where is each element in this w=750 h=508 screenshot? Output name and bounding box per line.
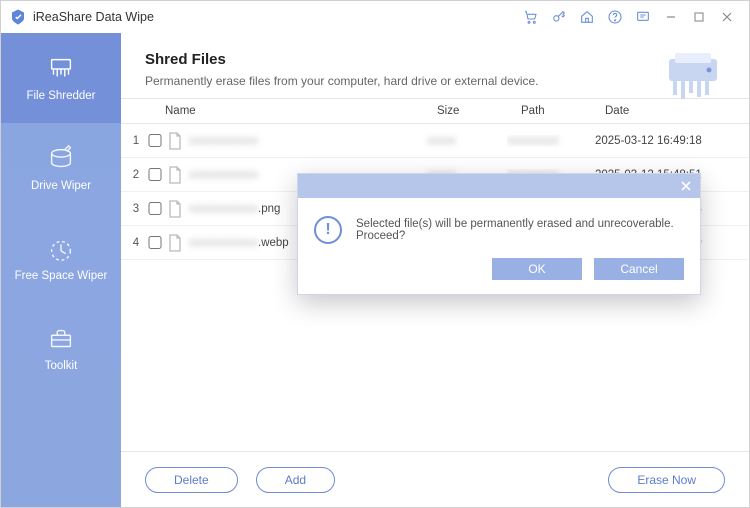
cell-name: xxxxxxxxxxxx xyxy=(167,132,427,150)
dialog-message: Selected file(s) will be permanently era… xyxy=(356,218,684,242)
table-header: Name Size Path Date xyxy=(121,98,749,124)
file-icon xyxy=(167,200,183,218)
cart-icon[interactable] xyxy=(517,3,545,31)
shredder-illustration-icon xyxy=(663,49,723,105)
main-area: File Shredder Drive Wiper Free Space Wip… xyxy=(1,33,749,507)
row-index: 2 xyxy=(121,169,143,181)
row-index: 4 xyxy=(121,237,143,249)
cell-size: xxxxx xyxy=(427,135,507,147)
feedback-icon[interactable] xyxy=(629,3,657,31)
app-title: iReaShare Data Wipe xyxy=(33,10,154,24)
timer-icon xyxy=(46,234,76,264)
content-header: Shred Files Permanently erase files from… xyxy=(121,33,749,98)
col-size[interactable]: Size xyxy=(437,105,521,117)
col-name[interactable]: Name xyxy=(165,105,437,117)
dialog-titlebar xyxy=(298,174,700,198)
sidebar-item-free-space-wiper[interactable]: Free Space Wiper xyxy=(1,213,121,303)
row-checkbox[interactable] xyxy=(147,202,163,215)
home-icon[interactable] xyxy=(573,3,601,31)
close-icon[interactable] xyxy=(713,3,741,31)
file-icon xyxy=(167,234,183,252)
sidebar: File Shredder Drive Wiper Free Space Wip… xyxy=(1,33,121,507)
sidebar-item-label: File Shredder xyxy=(26,90,95,102)
sidebar-item-drive-wiper[interactable]: Drive Wiper xyxy=(1,123,121,213)
cell-path: xxxxxxxxx xyxy=(507,135,595,147)
page-title: Shred Files xyxy=(145,51,725,68)
page-subtitle: Permanently erase files from your comput… xyxy=(145,74,725,88)
row-checkbox[interactable] xyxy=(147,168,163,181)
help-icon[interactable] xyxy=(601,3,629,31)
row-checkbox[interactable] xyxy=(147,134,163,147)
cell-date: 2025-03-12 16:49:18 xyxy=(595,135,749,147)
file-icon xyxy=(167,132,183,150)
delete-button[interactable]: Delete xyxy=(145,467,238,493)
footer-bar: Delete Add Erase Now xyxy=(121,451,749,507)
table-row[interactable]: 1xxxxxxxxxxxxxxxxxxxxxxxxxx2025-03-12 16… xyxy=(121,124,749,158)
app-logo-icon xyxy=(9,8,27,26)
content-area: Shred Files Permanently erase files from… xyxy=(121,33,749,507)
file-icon xyxy=(167,166,183,184)
key-icon[interactable] xyxy=(545,3,573,31)
warning-icon: ! xyxy=(314,216,342,244)
row-index: 1 xyxy=(121,135,143,147)
minimize-icon[interactable] xyxy=(657,3,685,31)
drive-icon xyxy=(46,144,76,174)
shredder-icon xyxy=(46,54,76,84)
dialog-ok-button[interactable]: OK xyxy=(492,258,582,280)
sidebar-item-label: Drive Wiper xyxy=(31,180,91,192)
row-index: 3 xyxy=(121,203,143,215)
erase-now-button[interactable]: Erase Now xyxy=(608,467,725,493)
sidebar-item-file-shredder[interactable]: File Shredder xyxy=(1,33,121,123)
dialog-cancel-button[interactable]: Cancel xyxy=(594,258,684,280)
col-date[interactable]: Date xyxy=(605,105,749,117)
col-path[interactable]: Path xyxy=(521,105,605,117)
toolbox-icon xyxy=(46,324,76,354)
add-button[interactable]: Add xyxy=(256,467,335,493)
title-bar: iReaShare Data Wipe xyxy=(1,1,749,33)
row-checkbox[interactable] xyxy=(147,236,163,249)
sidebar-item-label: Free Space Wiper xyxy=(15,270,108,282)
sidebar-item-toolkit[interactable]: Toolkit xyxy=(1,303,121,393)
maximize-icon[interactable] xyxy=(685,3,713,31)
dialog-close-icon[interactable] xyxy=(672,174,700,198)
confirm-dialog: ! Selected file(s) will be permanently e… xyxy=(297,173,701,295)
sidebar-item-label: Toolkit xyxy=(45,360,78,372)
